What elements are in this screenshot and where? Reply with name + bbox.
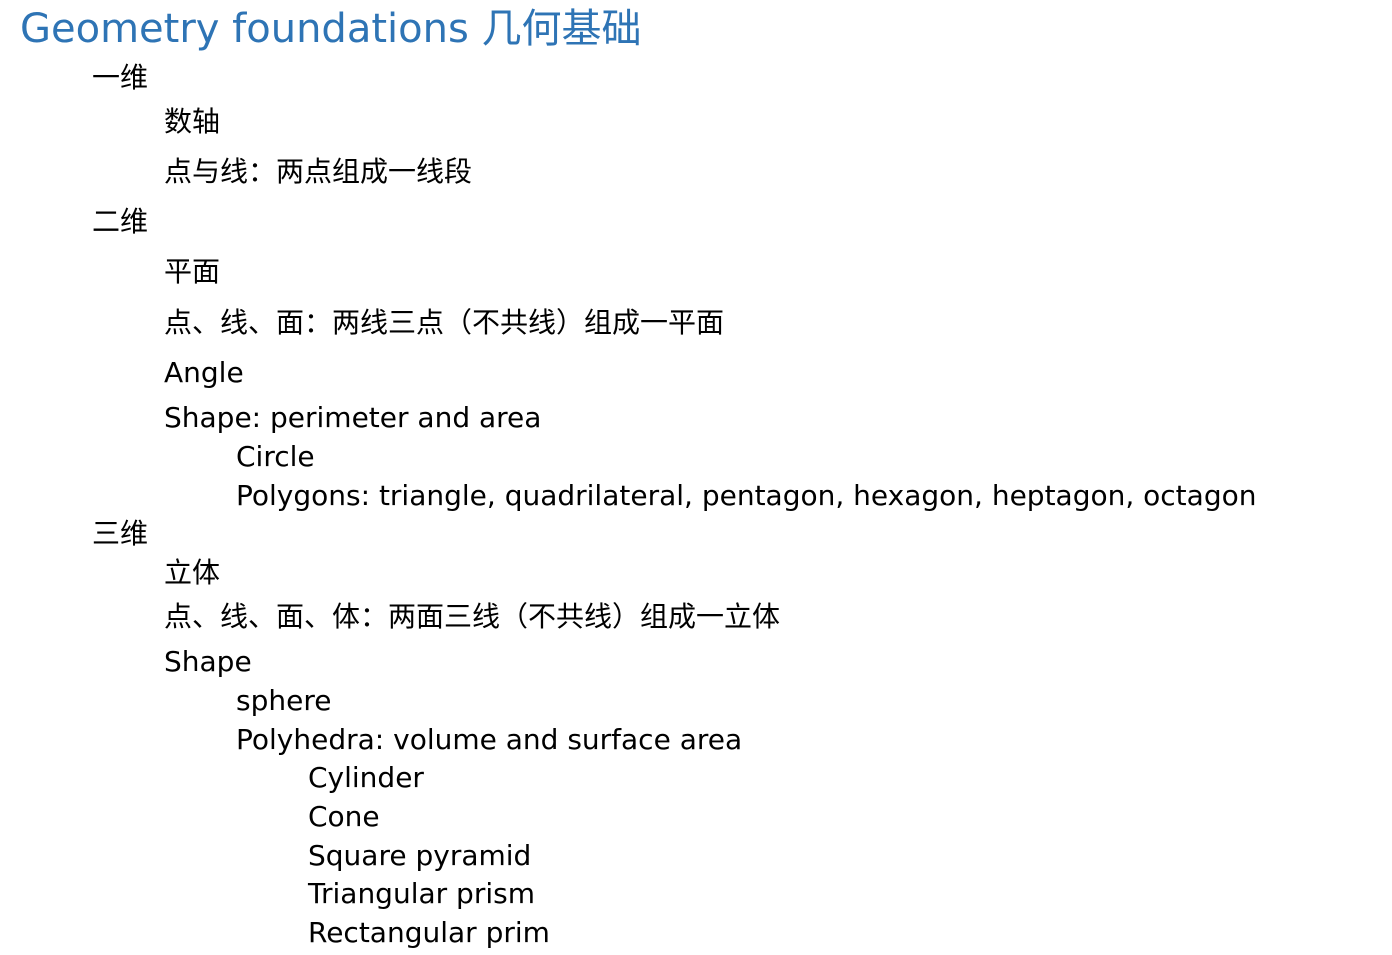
list-item: 立体 <box>164 556 221 589</box>
list-item: Square pyramid <box>308 839 532 872</box>
list-item: 数轴 <box>164 105 221 138</box>
list-item: Circle <box>236 440 315 473</box>
section-heading-1d: 一维 <box>92 61 149 94</box>
list-item: Shape <box>164 645 252 678</box>
list-item: 点、线、面：两线三点（不共线）组成一平面 <box>164 306 725 339</box>
list-item: 平面 <box>164 255 221 288</box>
list-item: Polygons: triangle, quadrilateral, penta… <box>236 479 1257 512</box>
list-item: Cylinder <box>308 761 424 794</box>
section-heading-3d: 三维 <box>92 517 149 550</box>
list-item: Rectangular prim <box>308 916 550 949</box>
list-item: Triangular prism <box>308 877 535 910</box>
list-item: 点、线、面、体：两面三线（不共线）组成一立体 <box>164 600 781 633</box>
list-item: sphere <box>236 684 332 717</box>
list-item: Polyhedra: volume and surface area <box>236 723 743 756</box>
list-item: Angle <box>164 356 244 389</box>
list-item: Cone <box>308 800 380 833</box>
list-item: 点与线：两点组成一线段 <box>164 155 473 188</box>
section-heading-2d: 二维 <box>92 205 149 238</box>
list-item: Shape: perimeter and area <box>164 401 542 434</box>
page-title: Geometry foundations 几何基础 <box>20 6 642 52</box>
